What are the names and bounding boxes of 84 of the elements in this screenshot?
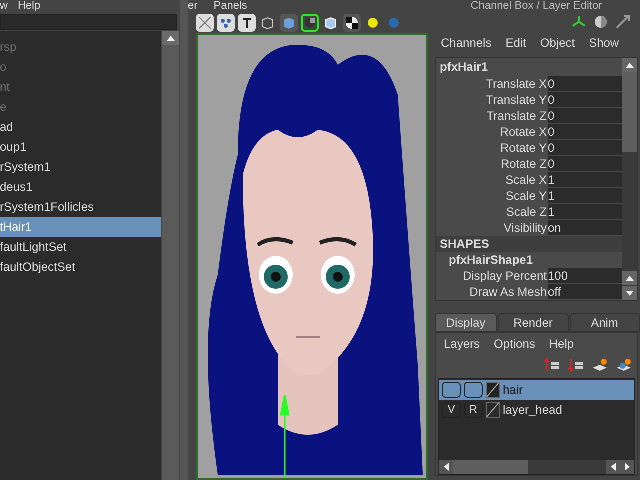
arrow-icon[interactable] bbox=[614, 13, 632, 31]
grid-icon[interactable] bbox=[196, 14, 214, 32]
attribute-value[interactable]: off bbox=[548, 284, 622, 300]
menu-item[interactable]: Options bbox=[494, 335, 536, 353]
attribute-label: Translate Y bbox=[485, 92, 548, 108]
scrollbar[interactable] bbox=[162, 31, 179, 480]
move-arrow-icon bbox=[280, 395, 290, 478]
menu-item[interactable]: w bbox=[0, 0, 8, 13]
node-name: pfxHair1 bbox=[439, 59, 490, 76]
layer-up-icon[interactable] bbox=[543, 356, 561, 374]
layer-down-icon[interactable] bbox=[567, 356, 585, 374]
visibility-toggle[interactable]: V bbox=[442, 402, 461, 418]
menu-item[interactable]: Help bbox=[549, 335, 574, 353]
attribute-value[interactable]: on bbox=[548, 220, 622, 236]
menu-item[interactable]: er bbox=[188, 0, 198, 13]
attribute-value[interactable]: 0 bbox=[548, 124, 622, 140]
attribute-value[interactable]: 1 bbox=[548, 204, 622, 220]
attribute-label: Scale Z bbox=[505, 204, 548, 220]
outliner-item[interactable]: oup1 bbox=[0, 137, 161, 157]
tab[interactable]: Anim bbox=[570, 313, 640, 332]
attribute-value[interactable]: 0 bbox=[548, 108, 622, 124]
visibility-toggle[interactable] bbox=[442, 382, 461, 398]
layer-row[interactable]: hair bbox=[439, 380, 634, 400]
attribute-value[interactable]: 0 bbox=[548, 156, 622, 172]
panel-title: Channel Box / Layer Editor bbox=[470, 0, 602, 13]
reference-toggle[interactable] bbox=[464, 382, 483, 398]
tab[interactable]: Render bbox=[498, 313, 568, 332]
menu-item[interactable]: Show bbox=[589, 34, 620, 52]
attribute-value[interactable]: 100 bbox=[548, 268, 622, 284]
attribute-label: Visibility bbox=[502, 220, 548, 236]
attribute-value[interactable]: 1 bbox=[548, 172, 622, 188]
attribute-value[interactable]: 0 bbox=[548, 140, 622, 156]
scroll-thumb[interactable] bbox=[453, 460, 528, 474]
node-name: pfxHairShape1 bbox=[448, 252, 534, 268]
section-heading: SHAPES bbox=[436, 236, 622, 252]
attribute-label: Translate X bbox=[485, 76, 548, 92]
scroll-left-icon[interactable] bbox=[606, 460, 620, 474]
menu-item[interactable]: Panels bbox=[214, 0, 248, 13]
attribute-label: Rotate Y bbox=[500, 140, 548, 156]
outliner-item[interactable]: faultObjectSet bbox=[0, 257, 161, 277]
menu-item[interactable]: Layers bbox=[444, 335, 480, 353]
dots-icon[interactable] bbox=[217, 14, 235, 32]
tab[interactable]: Display bbox=[435, 313, 497, 332]
attribute-label: Display Percent bbox=[462, 268, 548, 284]
shaded-cube-icon[interactable] bbox=[280, 14, 298, 32]
attribute-label: Rotate X bbox=[499, 124, 548, 140]
outliner-item[interactable]: rSystem1Follicles bbox=[0, 197, 161, 217]
layer-name: layer_head bbox=[503, 402, 562, 419]
menu-item[interactable]: Channels bbox=[441, 34, 492, 52]
scroll-left-icon[interactable] bbox=[439, 460, 453, 474]
outliner-item[interactable]: ad bbox=[0, 117, 161, 137]
attribute-label: Draw As Mesh bbox=[468, 284, 548, 300]
attribute-label: Scale X bbox=[504, 172, 548, 188]
text-icon[interactable] bbox=[238, 14, 256, 32]
scroll-up-icon[interactable] bbox=[162, 31, 179, 45]
half-circle-icon[interactable] bbox=[592, 13, 610, 31]
scroll-up-icon[interactable] bbox=[622, 271, 637, 285]
attribute-label: Translate Z bbox=[486, 108, 548, 124]
attribute-value[interactable]: 1 bbox=[548, 188, 622, 204]
outliner-item[interactable]: rSystem1 bbox=[0, 157, 161, 177]
outliner-item[interactable]: deus1 bbox=[0, 177, 161, 197]
scroll-up-icon[interactable] bbox=[622, 58, 637, 72]
layer-row[interactable]: V R layer_head bbox=[439, 400, 634, 420]
menu-item[interactable]: Help bbox=[18, 0, 41, 13]
attribute-value[interactable]: 0 bbox=[548, 92, 622, 108]
attribute-value[interactable]: 0 bbox=[548, 76, 622, 92]
attribute-label: Rotate Z bbox=[500, 156, 548, 172]
attribute-label: Scale Y bbox=[504, 188, 548, 204]
scroll-right-icon[interactable] bbox=[620, 460, 634, 474]
checker-icon[interactable] bbox=[343, 14, 361, 32]
search-field[interactable] bbox=[0, 14, 177, 30]
menu-item[interactable]: Object bbox=[540, 34, 576, 52]
menu-item[interactable]: Edit bbox=[506, 34, 526, 52]
new-layer-sphere-icon[interactable] bbox=[615, 356, 633, 374]
reference-toggle[interactable]: R bbox=[464, 402, 483, 418]
outliner-item[interactable]: faultLightSet bbox=[0, 237, 161, 257]
layer-name: hair bbox=[503, 382, 524, 399]
scroll-down-icon[interactable] bbox=[622, 286, 637, 300]
scrollbar[interactable] bbox=[622, 58, 637, 300]
new-layer-icon[interactable] bbox=[591, 356, 609, 374]
horizontal-scrollbar[interactable] bbox=[439, 460, 634, 474]
layer-color-icon[interactable] bbox=[486, 382, 500, 398]
layer-color-icon[interactable] bbox=[486, 402, 500, 418]
scroll-thumb[interactable] bbox=[622, 72, 637, 152]
